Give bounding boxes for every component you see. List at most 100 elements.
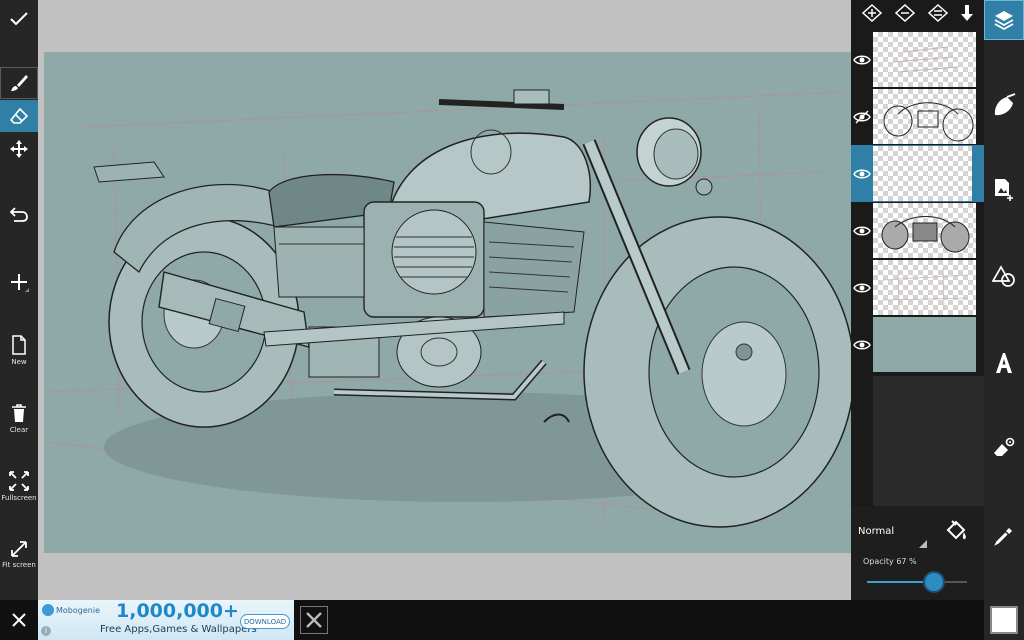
new-document-icon <box>12 334 26 355</box>
eye-icon <box>853 169 871 178</box>
opacity-label: Opacity 67 % <box>863 557 917 566</box>
layer-row-1[interactable] <box>851 31 984 88</box>
fit-screen-button[interactable]: Fit screen <box>0 534 38 574</box>
blend-mode-select[interactable]: Normal <box>858 526 894 537</box>
visibility-toggle[interactable] <box>851 202 873 259</box>
blend-controls: Normal Opacity 67 % <box>851 506 984 600</box>
close-icon <box>306 612 322 628</box>
layers-button[interactable] <box>984 0 1024 40</box>
shapes-button[interactable] <box>984 256 1024 296</box>
layer-row-3[interactable] <box>851 145 984 202</box>
opacity-slider-handle[interactable] <box>923 571 945 593</box>
motorcycle-sketch <box>44 89 851 528</box>
undo-icon <box>9 207 28 222</box>
move-arrows-icon <box>10 140 28 158</box>
ad-brand: Mobogenie <box>56 606 100 615</box>
layer-row-2[interactable] <box>851 88 984 145</box>
fullscreen-button[interactable]: Fullscreen <box>0 466 38 506</box>
paint-app: New Clear Fullscreen Fit screen Normal O… <box>0 0 1024 640</box>
trash-icon <box>12 403 26 422</box>
remove-layer-button[interactable] <box>894 3 916 27</box>
add-layer-button[interactable] <box>861 3 883 27</box>
primary-color-swatch[interactable] <box>990 606 1018 634</box>
eye-icon <box>853 55 871 64</box>
visibility-toggle[interactable] <box>851 88 873 145</box>
layer-list-empty-area <box>873 376 984 506</box>
text-button[interactable] <box>984 343 1024 383</box>
eraser-icon <box>9 107 29 124</box>
brush-stroke-icon <box>994 93 1016 116</box>
layer-thumbnail <box>873 203 976 258</box>
brush-icon <box>11 75 28 91</box>
fit-screen-label: Fit screen <box>2 560 36 569</box>
undo-button[interactable] <box>0 198 38 230</box>
fullscreen-icon <box>9 470 29 491</box>
layers-icon <box>994 11 1014 31</box>
diamond-minus-icon <box>894 3 916 23</box>
brush-tool-button[interactable] <box>0 67 38 99</box>
new-button[interactable]: New <box>0 330 38 370</box>
layers-panel: Normal Opacity 67 % <box>851 0 984 600</box>
ad-banner[interactable]: Mobogenie 1,000,000+ Free Apps,Games & W… <box>38 600 294 640</box>
eyedropper-icon <box>994 528 1012 546</box>
close-button[interactable] <box>0 600 38 640</box>
plus-icon <box>11 274 29 292</box>
ad-headline: 1,000,000+ <box>116 600 239 622</box>
eraser-tool-button[interactable] <box>0 100 38 132</box>
clear-button[interactable]: Clear <box>0 398 38 438</box>
paint-bucket-icon <box>946 520 966 540</box>
check-icon <box>10 12 28 26</box>
opacity-slider[interactable] <box>867 571 967 593</box>
layer-row-6[interactable] <box>851 316 984 373</box>
layer-toolbar <box>851 0 984 30</box>
eyedropper-button[interactable] <box>984 516 1024 556</box>
text-a-icon <box>996 353 1012 373</box>
fill-bucket-button[interactable] <box>943 518 969 544</box>
fullscreen-label: Fullscreen <box>1 493 37 502</box>
visibility-toggle[interactable] <box>851 145 873 202</box>
fit-screen-icon <box>11 540 27 557</box>
eye-icon <box>853 226 871 235</box>
canvas-area <box>38 0 851 600</box>
layer-thumbnail <box>873 32 976 87</box>
eye-icon <box>853 283 871 292</box>
add-button[interactable] <box>0 265 38 299</box>
visibility-toggle[interactable] <box>851 316 873 373</box>
brush-settings-button[interactable] <box>984 86 1024 126</box>
ad-tagline: Free Apps,Games & Wallpapers <box>100 624 257 635</box>
dropdown-corner-icon <box>919 540 927 548</box>
arrow-down-icon <box>961 5 974 21</box>
eye-hidden-icon <box>853 110 871 123</box>
layer-thumbnail <box>873 146 976 201</box>
move-layer-down-button[interactable] <box>960 4 974 26</box>
ad-download-button[interactable]: DOWNLOAD <box>240 614 290 629</box>
layer-thumbnail <box>873 89 976 144</box>
eraser-settings-button[interactable] <box>984 428 1024 468</box>
move-tool-button[interactable] <box>0 133 38 165</box>
merge-layer-button[interactable] <box>927 3 949 27</box>
visibility-toggle[interactable] <box>851 259 873 316</box>
eraser-gear-icon <box>994 437 1015 456</box>
bottom-bar: Mobogenie 1,000,000+ Free Apps,Games & W… <box>0 600 984 640</box>
eye-icon <box>853 340 871 349</box>
confirm-button[interactable] <box>0 0 38 38</box>
diamond-plus-icon <box>861 3 882 23</box>
ad-info-icon[interactable]: i <box>41 626 51 636</box>
diamond-merge-icon <box>927 3 949 23</box>
layer-row-5[interactable] <box>851 259 984 316</box>
add-image-button[interactable] <box>984 170 1024 210</box>
layer-thumbnail <box>873 317 976 372</box>
new-label: New <box>11 357 27 366</box>
image-add-icon <box>995 179 1013 201</box>
close-icon <box>12 613 26 627</box>
ad-close-button[interactable] <box>300 606 328 634</box>
drawing-canvas[interactable] <box>44 52 851 553</box>
left-toolbar: New Clear Fullscreen Fit screen <box>0 0 38 600</box>
mobogenie-logo-icon <box>42 604 54 616</box>
layer-row-4[interactable] <box>851 202 984 259</box>
layer-thumbnail <box>873 260 976 315</box>
clear-label: Clear <box>9 425 29 434</box>
shapes-icon <box>992 265 1015 287</box>
right-toolbar <box>984 0 1024 640</box>
visibility-toggle[interactable] <box>851 31 873 88</box>
